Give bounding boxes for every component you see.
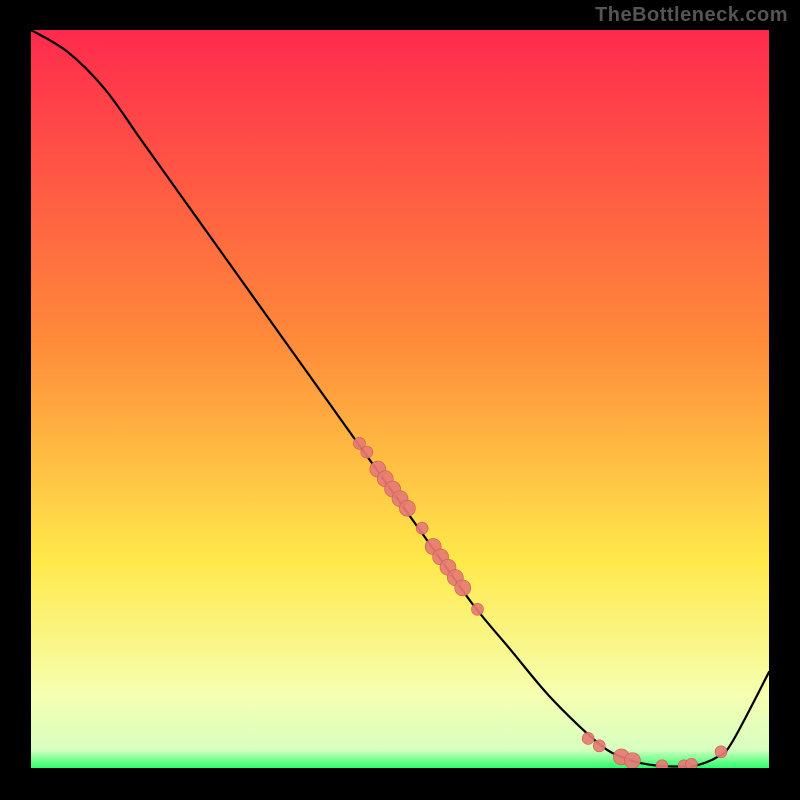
- data-marker: [361, 446, 373, 458]
- data-marker: [582, 732, 594, 744]
- watermark-text: TheBottleneck.com: [595, 4, 788, 27]
- data-marker: [399, 500, 415, 516]
- data-marker: [455, 580, 471, 596]
- data-marker: [416, 522, 428, 534]
- plot-area: [31, 30, 769, 768]
- data-marker: [593, 740, 605, 752]
- chart-container: TheBottleneck.com: [0, 0, 800, 800]
- data-marker: [686, 758, 698, 768]
- data-marker: [624, 753, 640, 768]
- data-marker: [471, 603, 483, 615]
- chart-svg: [31, 30, 769, 768]
- data-marker: [715, 746, 727, 758]
